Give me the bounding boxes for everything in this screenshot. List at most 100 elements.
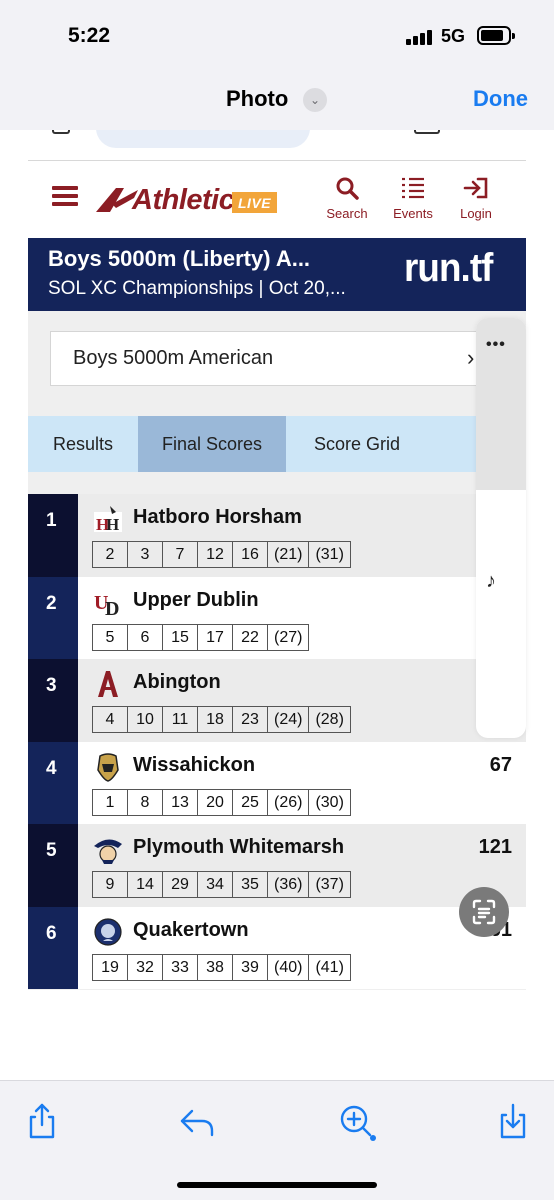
place-cell: 29	[162, 871, 198, 898]
photo-viewer[interactable]: Athletic LIVE Search Events Login Boys 5…	[0, 130, 554, 1080]
logo-live-badge: LIVE	[232, 192, 278, 213]
place-cell: 12	[197, 541, 233, 568]
athletic-live-logo[interactable]: Athletic LIVE	[94, 182, 304, 218]
login-nav-button[interactable]: Login	[446, 176, 506, 221]
team-rank: 6	[28, 906, 78, 989]
login-label: Login	[460, 206, 492, 221]
tab-results[interactable]: Results	[28, 416, 138, 472]
place-cell: 15	[162, 623, 198, 651]
team-name: Plymouth Whitemarsh	[133, 836, 345, 858]
place-cell: (27)	[267, 623, 310, 651]
search-icon	[336, 177, 359, 200]
runner-places: 19 32 33 38 39 (40) (41)	[92, 953, 351, 981]
reply-icon[interactable]	[178, 1101, 218, 1141]
photo-toolbar	[0, 1080, 554, 1200]
results-tabs: Results Final Scores Score Grid	[28, 416, 478, 472]
chevron-down-icon[interactable]: ⌄	[303, 88, 327, 112]
nav-title: Photo	[226, 86, 289, 111]
place-cell: (40)	[267, 953, 310, 981]
team-score: 121	[478, 836, 512, 858]
place-cell: 5	[92, 623, 128, 651]
place-cell: 39	[232, 953, 268, 981]
place-cell: 22	[232, 623, 268, 651]
place-cell: (21)	[267, 541, 310, 568]
music-note-icon[interactable]: ♪	[486, 570, 496, 593]
place-cell: 4	[92, 706, 128, 733]
place-cell: (37)	[308, 871, 351, 898]
runner-places: 4 10 11 18 23 (24) (28)	[92, 706, 351, 733]
place-cell: 11	[162, 706, 198, 733]
plymouth-whitemarsh-logo-icon	[94, 839, 122, 864]
home-indicator[interactable]	[177, 1182, 377, 1188]
place-cell: 7	[162, 541, 198, 568]
abington-logo-icon	[98, 671, 118, 697]
place-cell: 14	[127, 871, 163, 898]
team-row[interactable]: 5 Plymouth Whitemarsh 121 9 14 29 34 35 …	[28, 824, 526, 907]
status-time: 5:22	[68, 24, 111, 47]
team-row[interactable]: 4 Wissahickon 67 1 8 13 20 25 (26) (30)	[28, 741, 526, 824]
team-rank: 5	[28, 824, 78, 907]
place-cell: 9	[92, 871, 128, 898]
photo-nav-bar: Photo ⌄ Done	[0, 72, 554, 130]
team-rank: 2	[28, 576, 78, 659]
runner-places: 5 6 15 17 22 (27)	[92, 623, 310, 651]
tab-final-scores[interactable]: Final Scores	[138, 416, 286, 472]
place-cell: 25	[232, 788, 268, 816]
team-row[interactable]: 6 Quakertown 161 19 32 33 38 39 (40) (41…	[28, 906, 526, 989]
meet-banner: Boys 5000m (Liberty) A... SOL XC Champio…	[28, 238, 526, 311]
more-options-icon[interactable]: •••	[486, 336, 506, 354]
runtf-logo[interactable]: run.tf	[404, 246, 493, 291]
place-cell: 18	[197, 706, 233, 733]
team-score: 67	[489, 753, 512, 776]
login-arrow-icon	[463, 177, 488, 199]
place-cell: 13	[162, 788, 198, 816]
place-cell: 2	[92, 541, 128, 568]
team-row[interactable]: 1 H H Hatboro Horsham 2 3 7 12 16 (21) (…	[28, 494, 526, 577]
done-button[interactable]: Done	[473, 86, 528, 112]
place-cell: 35	[232, 871, 268, 898]
team-row[interactable]: 3 Abington 66 4 10 11 18 23 (24) (28)	[28, 659, 526, 742]
place-cell: 6	[127, 623, 163, 651]
meet-subtitle: SOL XC Championships | Oct 20,...	[48, 278, 346, 299]
team-rank: 3	[28, 659, 78, 742]
wissahickon-logo-icon	[97, 752, 119, 782]
place-cell: (24)	[267, 706, 310, 733]
team-name: Abington	[133, 671, 221, 693]
search-nav-button[interactable]: Search	[317, 176, 377, 221]
network-label: 5G	[441, 26, 466, 46]
runner-places: 2 3 7 12 16 (21) (31)	[92, 541, 351, 568]
place-cell: (28)	[308, 706, 351, 733]
tab-score-grid[interactable]: Score Grid	[286, 416, 428, 472]
chevron-right-icon: ›	[467, 345, 475, 370]
place-cell: 10	[127, 706, 163, 733]
cropped-browser-bar	[0, 130, 554, 160]
place-cell: 3	[127, 541, 163, 568]
place-cell: 33	[162, 953, 198, 981]
place-cell: (26)	[267, 788, 310, 816]
svg-text:D: D	[105, 598, 119, 617]
battery-icon	[477, 26, 515, 45]
place-cell: 17	[197, 623, 233, 651]
hamburger-menu-icon[interactable]	[52, 186, 78, 206]
results-content: Boys 5000m American › Results Final Scor…	[28, 311, 526, 990]
scan-text-icon	[472, 899, 496, 925]
hatboro-horsham-logo-icon: H H	[94, 506, 122, 534]
place-cell: (36)	[267, 871, 310, 898]
share-icon[interactable]	[22, 1101, 62, 1141]
markup-zoom-icon[interactable]	[336, 1101, 376, 1141]
save-download-icon[interactable]	[493, 1101, 533, 1141]
place-cell: 32	[127, 953, 163, 981]
logo-word: Athletic	[132, 184, 235, 216]
team-row[interactable]: 2 U D Upper Dublin 5 6 15 17 22 (27)	[28, 576, 526, 659]
place-cell: 34	[197, 871, 233, 898]
division-select-value: Boys 5000m American	[73, 347, 274, 369]
place-cell: 19	[92, 953, 128, 981]
team-name: Hatboro Horsham	[133, 506, 302, 528]
events-nav-button[interactable]: Events	[383, 176, 443, 221]
site-header: Athletic LIVE Search Events Login	[28, 162, 526, 238]
place-cell: (41)	[308, 953, 351, 981]
status-bar: 5:22 5G	[0, 0, 554, 72]
floating-side-panel[interactable]: ••• ♪	[476, 318, 526, 738]
live-text-scan-button[interactable]	[459, 887, 509, 937]
division-select[interactable]: Boys 5000m American ›	[50, 331, 490, 386]
